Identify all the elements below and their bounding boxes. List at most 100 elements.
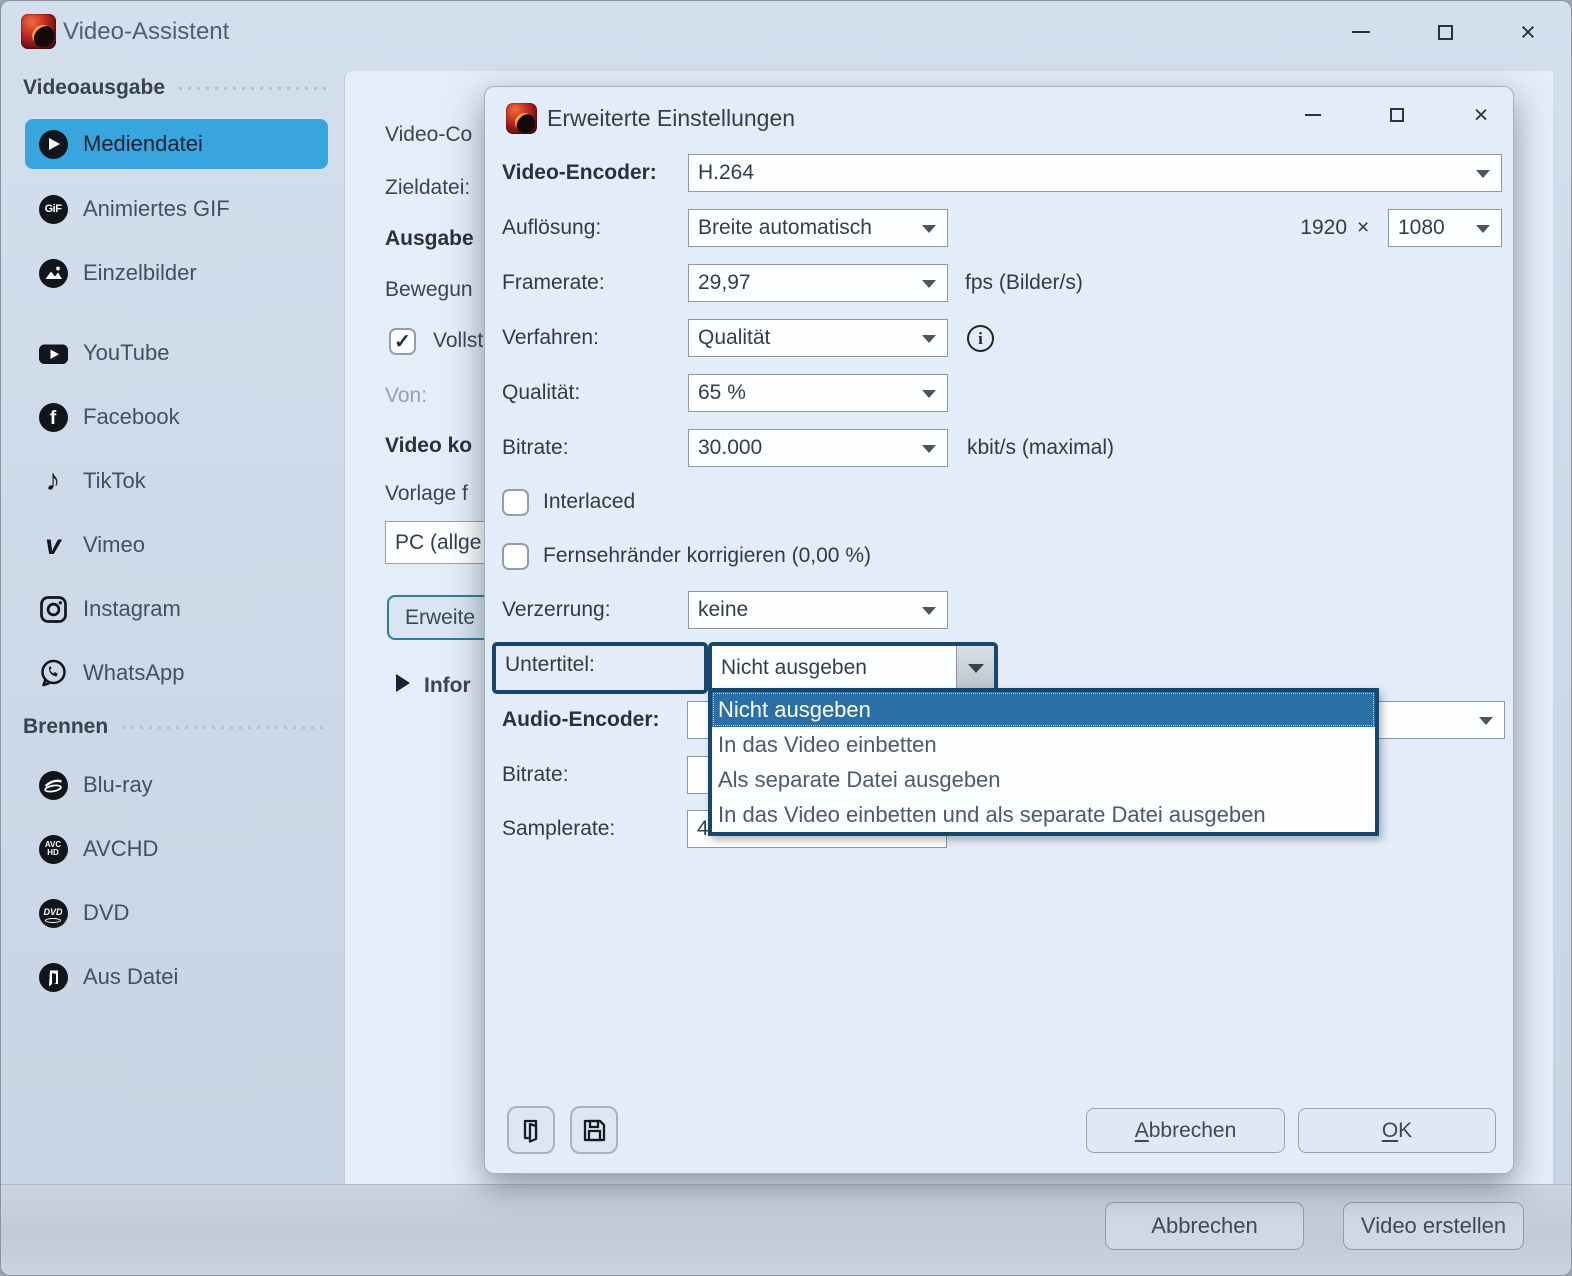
interlaced-label: Interlaced	[543, 488, 635, 516]
framerate-label: Framerate:	[502, 269, 605, 297]
close-icon: ×	[1474, 102, 1489, 129]
method-select[interactable]: Qualität	[688, 319, 948, 357]
bitrate-select[interactable]: 30.000	[688, 429, 948, 467]
sidebar-item-dvd[interactable]: DVD DVD	[25, 888, 328, 938]
maximize-icon	[1390, 108, 1404, 122]
instagram-icon	[37, 593, 69, 625]
footer-bar	[1, 1184, 1572, 1276]
advanced-settings-dialog: Erweiterte Einstellungen × Video-Encoder…	[484, 86, 1514, 1174]
sidebar-item-einzelbilder[interactable]: Einzelbilder	[25, 248, 328, 298]
resolution-label: Auflösung:	[502, 214, 601, 242]
dotted-divider	[179, 87, 328, 90]
tv-borders-checkbox[interactable]	[502, 543, 529, 570]
maximize-button[interactable]	[1422, 12, 1468, 52]
section-videoausgabe: Videoausgabe	[23, 76, 328, 100]
main-window: Video-Assistent × Video-Co Zieldatei: Au…	[0, 0, 1572, 1276]
chevron-down-icon	[1476, 225, 1490, 233]
framerate-select[interactable]: 29,97	[688, 264, 948, 302]
bg-label-bewegung: Bewegun	[385, 276, 473, 304]
dropdown-option[interactable]: In das Video einbetten	[712, 727, 1375, 762]
chevron-down-icon	[922, 280, 936, 288]
sidebar-item-whatsapp[interactable]: WhatsApp	[25, 648, 328, 698]
dialog-close-button[interactable]: ×	[1459, 97, 1503, 133]
section-brennen: Brennen	[23, 715, 328, 739]
minimize-button[interactable]	[1338, 12, 1384, 52]
bitrate-unit: kbit/s (maximal)	[967, 434, 1114, 462]
dialog-maximize-button[interactable]	[1375, 97, 1419, 133]
resolution-width-value: 1920	[1287, 214, 1347, 242]
bluray-icon	[37, 769, 69, 801]
sidebar-item-tiktok[interactable]: ♪ TikTok	[25, 456, 328, 506]
cancel-button[interactable]: Abbrechen	[1105, 1202, 1304, 1250]
chevron-down-icon	[1476, 170, 1490, 178]
dropdown-option[interactable]: Nicht ausgeben	[712, 692, 1375, 727]
create-video-button[interactable]: Video erstellen	[1343, 1202, 1524, 1250]
chevron-down-icon	[1479, 717, 1493, 725]
save-preset-button[interactable]	[570, 1106, 618, 1154]
sidebar-item-bluray[interactable]: Blu-ray	[25, 760, 328, 810]
sidebar-item-instagram[interactable]: Instagram	[25, 584, 328, 634]
interlaced-checkbox[interactable]	[502, 489, 529, 516]
bg-label-video-ko: Video ko	[385, 432, 472, 460]
sidebar-item-vimeo[interactable]: v Vimeo	[25, 520, 328, 570]
sidebar-item-mediendatei[interactable]: Mediendatei	[25, 119, 328, 169]
maximize-icon	[1438, 25, 1453, 40]
bg-info-disclosure[interactable]: Infor	[396, 672, 471, 700]
dialog-title: Erweiterte Einstellungen	[547, 105, 795, 132]
sidebar-item-animiertes-gif[interactable]: GiF Animiertes GIF	[25, 184, 328, 234]
info-icon[interactable]: i	[967, 325, 994, 352]
subtitle-select[interactable]: Nicht ausgeben	[708, 642, 998, 694]
sidebar-item-avchd[interactable]: AVCHD AVCHD	[25, 824, 328, 874]
subtitle-select-dropdown-button[interactable]	[956, 646, 994, 690]
video-encoder-label: Video-Encoder:	[502, 159, 657, 187]
method-label: Verfahren:	[502, 324, 599, 352]
window-title: Video-Assistent	[63, 18, 229, 46]
resolution-mode-select[interactable]: Breite automatisch	[688, 209, 948, 247]
dropdown-option[interactable]: In das Video einbetten und als separate …	[712, 797, 1375, 832]
youtube-icon	[37, 337, 69, 369]
resolution-height-select[interactable]: 1080	[1388, 209, 1502, 247]
vimeo-icon: v	[37, 529, 69, 561]
sidebar-item-youtube[interactable]: YouTube	[25, 328, 328, 378]
distortion-label: Verzerrung:	[502, 596, 611, 624]
distortion-select[interactable]: keine	[688, 591, 948, 629]
close-button[interactable]: ×	[1505, 12, 1551, 52]
dialog-app-icon	[506, 103, 537, 134]
bg-label-vollst: Vollst	[433, 327, 483, 355]
bitrate-label: Bitrate:	[502, 434, 569, 462]
tiktok-icon: ♪	[37, 465, 69, 497]
gif-icon: GiF	[37, 193, 69, 225]
bg-label-video-codec: Video-Co	[385, 121, 472, 149]
chevron-down-icon	[922, 390, 936, 398]
whatsapp-icon	[37, 657, 69, 689]
dialog-minimize-button[interactable]	[1291, 97, 1335, 133]
tv-borders-label: Fernsehränder korrigieren (0,00 %)	[543, 542, 871, 570]
bg-label-vorlage: Vorlage f	[385, 480, 468, 508]
subtitle-label: Untertitel:	[505, 653, 595, 677]
dvd-icon: DVD	[37, 897, 69, 929]
bg-label-von: Von:	[385, 382, 427, 410]
load-preset-button[interactable]	[507, 1106, 555, 1154]
save-icon	[581, 1117, 608, 1144]
chevron-down-icon	[922, 225, 936, 233]
app-icon	[21, 14, 56, 49]
quality-label: Qualität:	[502, 379, 580, 407]
dialog-ok-button[interactable]: OK	[1298, 1108, 1496, 1153]
sidebar-item-facebook[interactable]: f Facebook	[25, 392, 328, 442]
subtitle-select-value: Nicht ausgeben	[712, 646, 956, 690]
facebook-icon: f	[37, 401, 69, 433]
sidebar-item-aus-datei[interactable]: Aus Datei	[25, 952, 328, 1002]
chevron-down-icon	[922, 335, 936, 343]
subtitle-label-box: Untertitel:	[492, 642, 708, 694]
avchd-icon: AVCHD	[37, 833, 69, 865]
dialog-cancel-button[interactable]: Abbrechen	[1086, 1108, 1285, 1153]
video-encoder-select[interactable]: H.264	[688, 154, 1502, 192]
quality-select[interactable]: 65 %	[688, 374, 948, 412]
minimize-icon	[1352, 31, 1370, 34]
dropdown-option[interactable]: Als separate Datei ausgeben	[712, 762, 1375, 797]
open-file-icon	[518, 1117, 545, 1144]
framerate-unit: fps (Bilder/s)	[965, 269, 1083, 297]
disclosure-triangle-icon	[396, 674, 410, 692]
minimize-icon	[1305, 114, 1321, 117]
bg-checkbox-vollstaendig[interactable]: ✓	[389, 328, 416, 355]
